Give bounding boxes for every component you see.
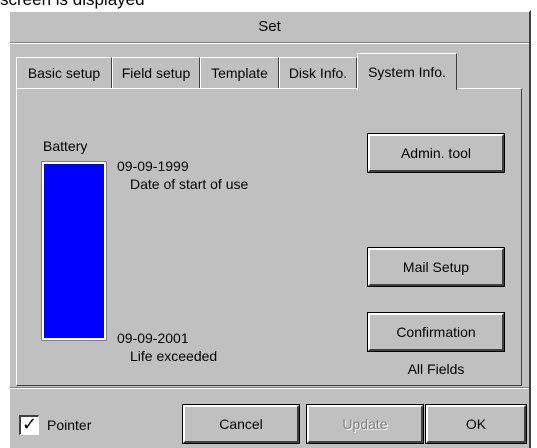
tab-field-setup[interactable]: Field setup <box>112 57 200 88</box>
battery-label: Battery <box>43 138 88 154</box>
tab-template[interactable]: Template <box>200 57 279 88</box>
battery-start-date: 09-09-1999 <box>117 158 189 174</box>
battery-end-date: 09-09-2001 <box>117 330 189 346</box>
cancel-button[interactable]: Cancel <box>182 404 300 444</box>
tab-system-info[interactable]: System Info. <box>357 53 457 90</box>
admin-tool-button[interactable]: Admin. tool <box>367 133 505 173</box>
ok-button[interactable]: OK <box>425 404 527 444</box>
checkmark-icon: ✓ <box>21 414 38 435</box>
pointer-label: Pointer <box>47 417 92 433</box>
update-button[interactable]: Update <box>306 404 424 444</box>
confirmation-note: All Fields <box>407 361 465 377</box>
confirmation-button[interactable]: Confirmation <box>367 312 505 352</box>
tab-basic-setup[interactable]: Basic setup <box>16 57 112 88</box>
window-title: Set <box>258 18 281 35</box>
battery-start-caption: Date of start of use <box>130 176 249 192</box>
footer-divider <box>10 387 529 389</box>
system-info-panel: Battery 09-09-1999 Date of start of use … <box>16 88 522 386</box>
pointer-checkbox[interactable]: ✓ <box>19 415 39 435</box>
title-divider <box>10 42 529 44</box>
mail-setup-button[interactable]: Mail Setup <box>367 247 505 287</box>
tab-disk-info[interactable]: Disk Info. <box>279 57 357 88</box>
settings-window: Set Basic setup Field setup Template Dis… <box>8 10 531 448</box>
battery-end-caption: Life exceeded <box>130 348 218 364</box>
battery-level-bar <box>41 161 107 341</box>
